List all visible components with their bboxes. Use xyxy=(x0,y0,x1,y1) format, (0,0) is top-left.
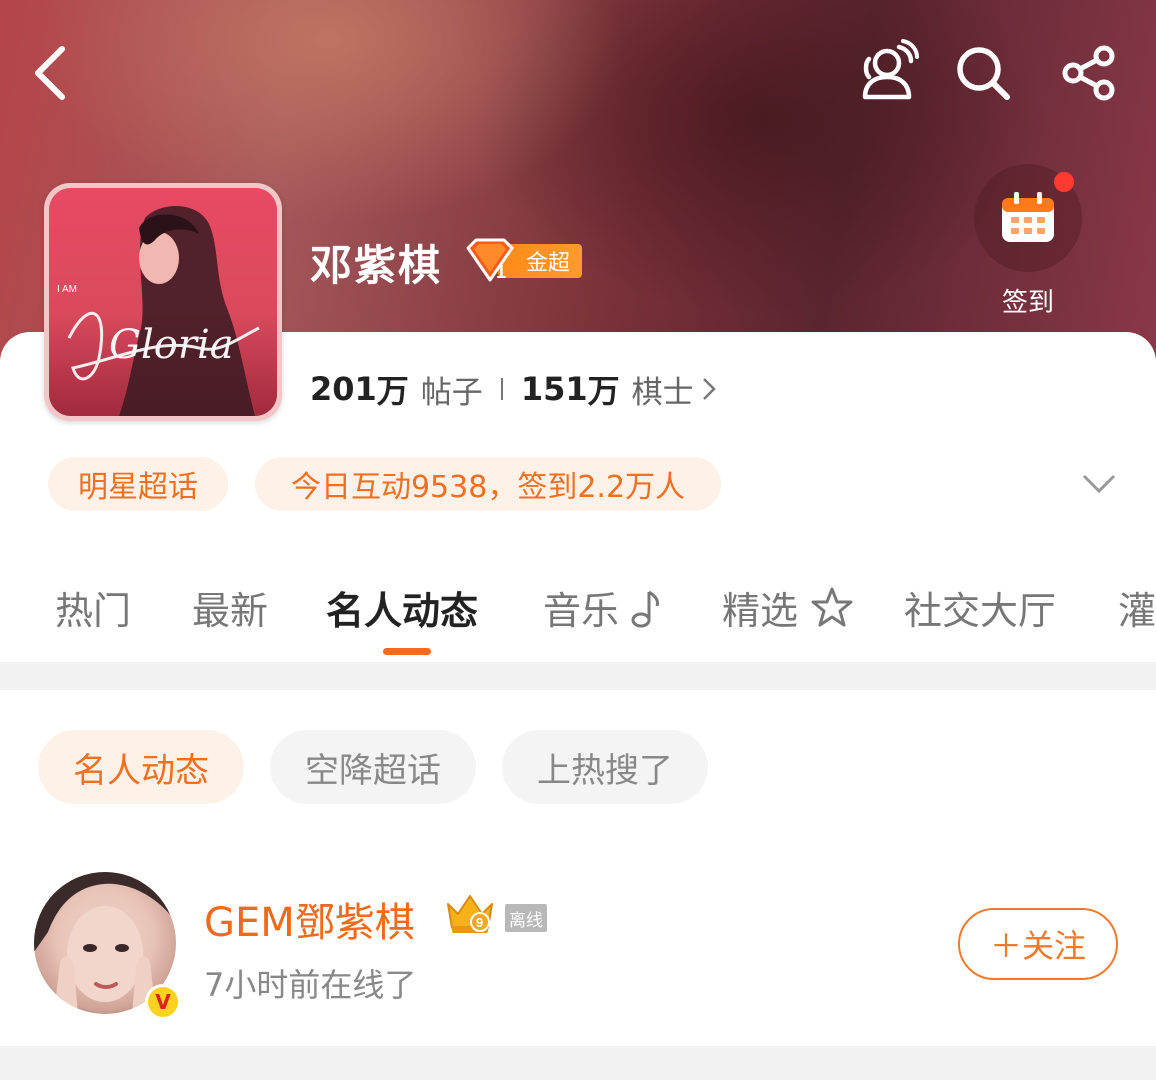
user-name[interactable]: GEM鄧紫棋 xyxy=(204,890,415,948)
page-title: 邓紫棋 xyxy=(310,241,443,290)
notification-dot xyxy=(1054,172,1074,192)
active-tab-indicator xyxy=(383,648,431,655)
tab-label: 社交大厅 xyxy=(904,589,1057,633)
posts-unit: 万 xyxy=(376,372,409,410)
tab-music[interactable]: 音乐 xyxy=(543,580,663,635)
back-button[interactable] xyxy=(22,42,78,104)
chip-trending[interactable]: 上热搜了 xyxy=(502,730,708,804)
crown-level: 9 xyxy=(476,915,483,930)
cover-text-script: Gloria xyxy=(109,322,234,368)
crown-icon: 9 xyxy=(447,895,493,933)
chevron-down-icon xyxy=(1082,474,1116,494)
follow-button[interactable]: ＋关注 xyxy=(958,908,1118,980)
signin-label: 签到 xyxy=(1001,288,1054,318)
last-online-text: 7小时前在线了 xyxy=(204,966,417,1004)
avatar-frame: I AM Gloria xyxy=(44,183,282,421)
tab-social-hall[interactable]: 社交大厅 xyxy=(904,580,1056,635)
tab-label: 热门 xyxy=(55,589,132,633)
people-button[interactable] xyxy=(852,38,920,106)
tab-bar: 热门 最新 名人动态 音乐 精选 社交大厅 灌 xyxy=(0,580,1156,660)
posts-count: 201 xyxy=(310,370,377,408)
status-tag: 离线 xyxy=(505,904,547,932)
content-section: 名人动态 空降超话 上热搜了 V GEM鄧紫棋 9 离线 7小时前在线了 ＋关注 xyxy=(0,690,1156,1046)
tab-latest[interactable]: 最新 xyxy=(192,580,268,635)
members-label: 棋士 xyxy=(631,374,694,411)
verified-badge: V xyxy=(145,984,181,1020)
tab-label: 名人动态 xyxy=(326,589,479,633)
tab-label: 最新 xyxy=(192,589,269,633)
search-icon xyxy=(957,47,1010,100)
members-unit: 万 xyxy=(587,372,620,410)
cover-text-top: I AM xyxy=(57,284,77,295)
tab-label: 灌 xyxy=(1118,589,1156,633)
chip-airdrop[interactable]: 空降超话 xyxy=(270,730,476,804)
badge-level: 1 xyxy=(496,262,506,282)
tab-celebrity-updates[interactable]: 名人动态 xyxy=(326,580,478,635)
diamond-icon: 1 xyxy=(466,238,514,282)
chip-celebrity-updates[interactable]: 名人动态 xyxy=(38,730,244,804)
calendar-icon xyxy=(1002,192,1054,242)
search-button[interactable] xyxy=(952,42,1014,104)
people-icon xyxy=(862,39,919,100)
tab-hot[interactable]: 热门 xyxy=(55,580,131,635)
tab-featured[interactable]: 精选 xyxy=(722,580,854,635)
super-topic-badge[interactable]: 金超 1 xyxy=(462,238,584,284)
tab-more[interactable]: 灌 xyxy=(1118,580,1156,635)
back-icon xyxy=(35,46,65,100)
album-cover-image: I AM Gloria xyxy=(49,188,277,416)
expand-button[interactable] xyxy=(1078,464,1120,504)
stats-divider xyxy=(500,378,503,400)
tab-label: 音乐 xyxy=(543,589,620,633)
share-icon xyxy=(1062,45,1115,101)
star-icon xyxy=(811,587,853,627)
members-count: 151 xyxy=(520,370,588,408)
posts-label: 帖子 xyxy=(420,374,483,411)
bottom-divider xyxy=(0,1046,1156,1080)
music-note-icon xyxy=(631,590,660,628)
interaction-stats-tag: 今日互动9538，签到2.2万人 xyxy=(255,457,721,511)
tab-label: 精选 xyxy=(722,589,799,633)
category-tag[interactable]: 明星超话 xyxy=(48,457,228,511)
chevron-right-icon xyxy=(702,378,716,400)
stats-row[interactable]: 201 万 帖子 151 万 棋士 xyxy=(310,364,716,414)
share-button[interactable] xyxy=(1058,42,1120,104)
signin-button[interactable]: 签到 xyxy=(972,164,1084,318)
